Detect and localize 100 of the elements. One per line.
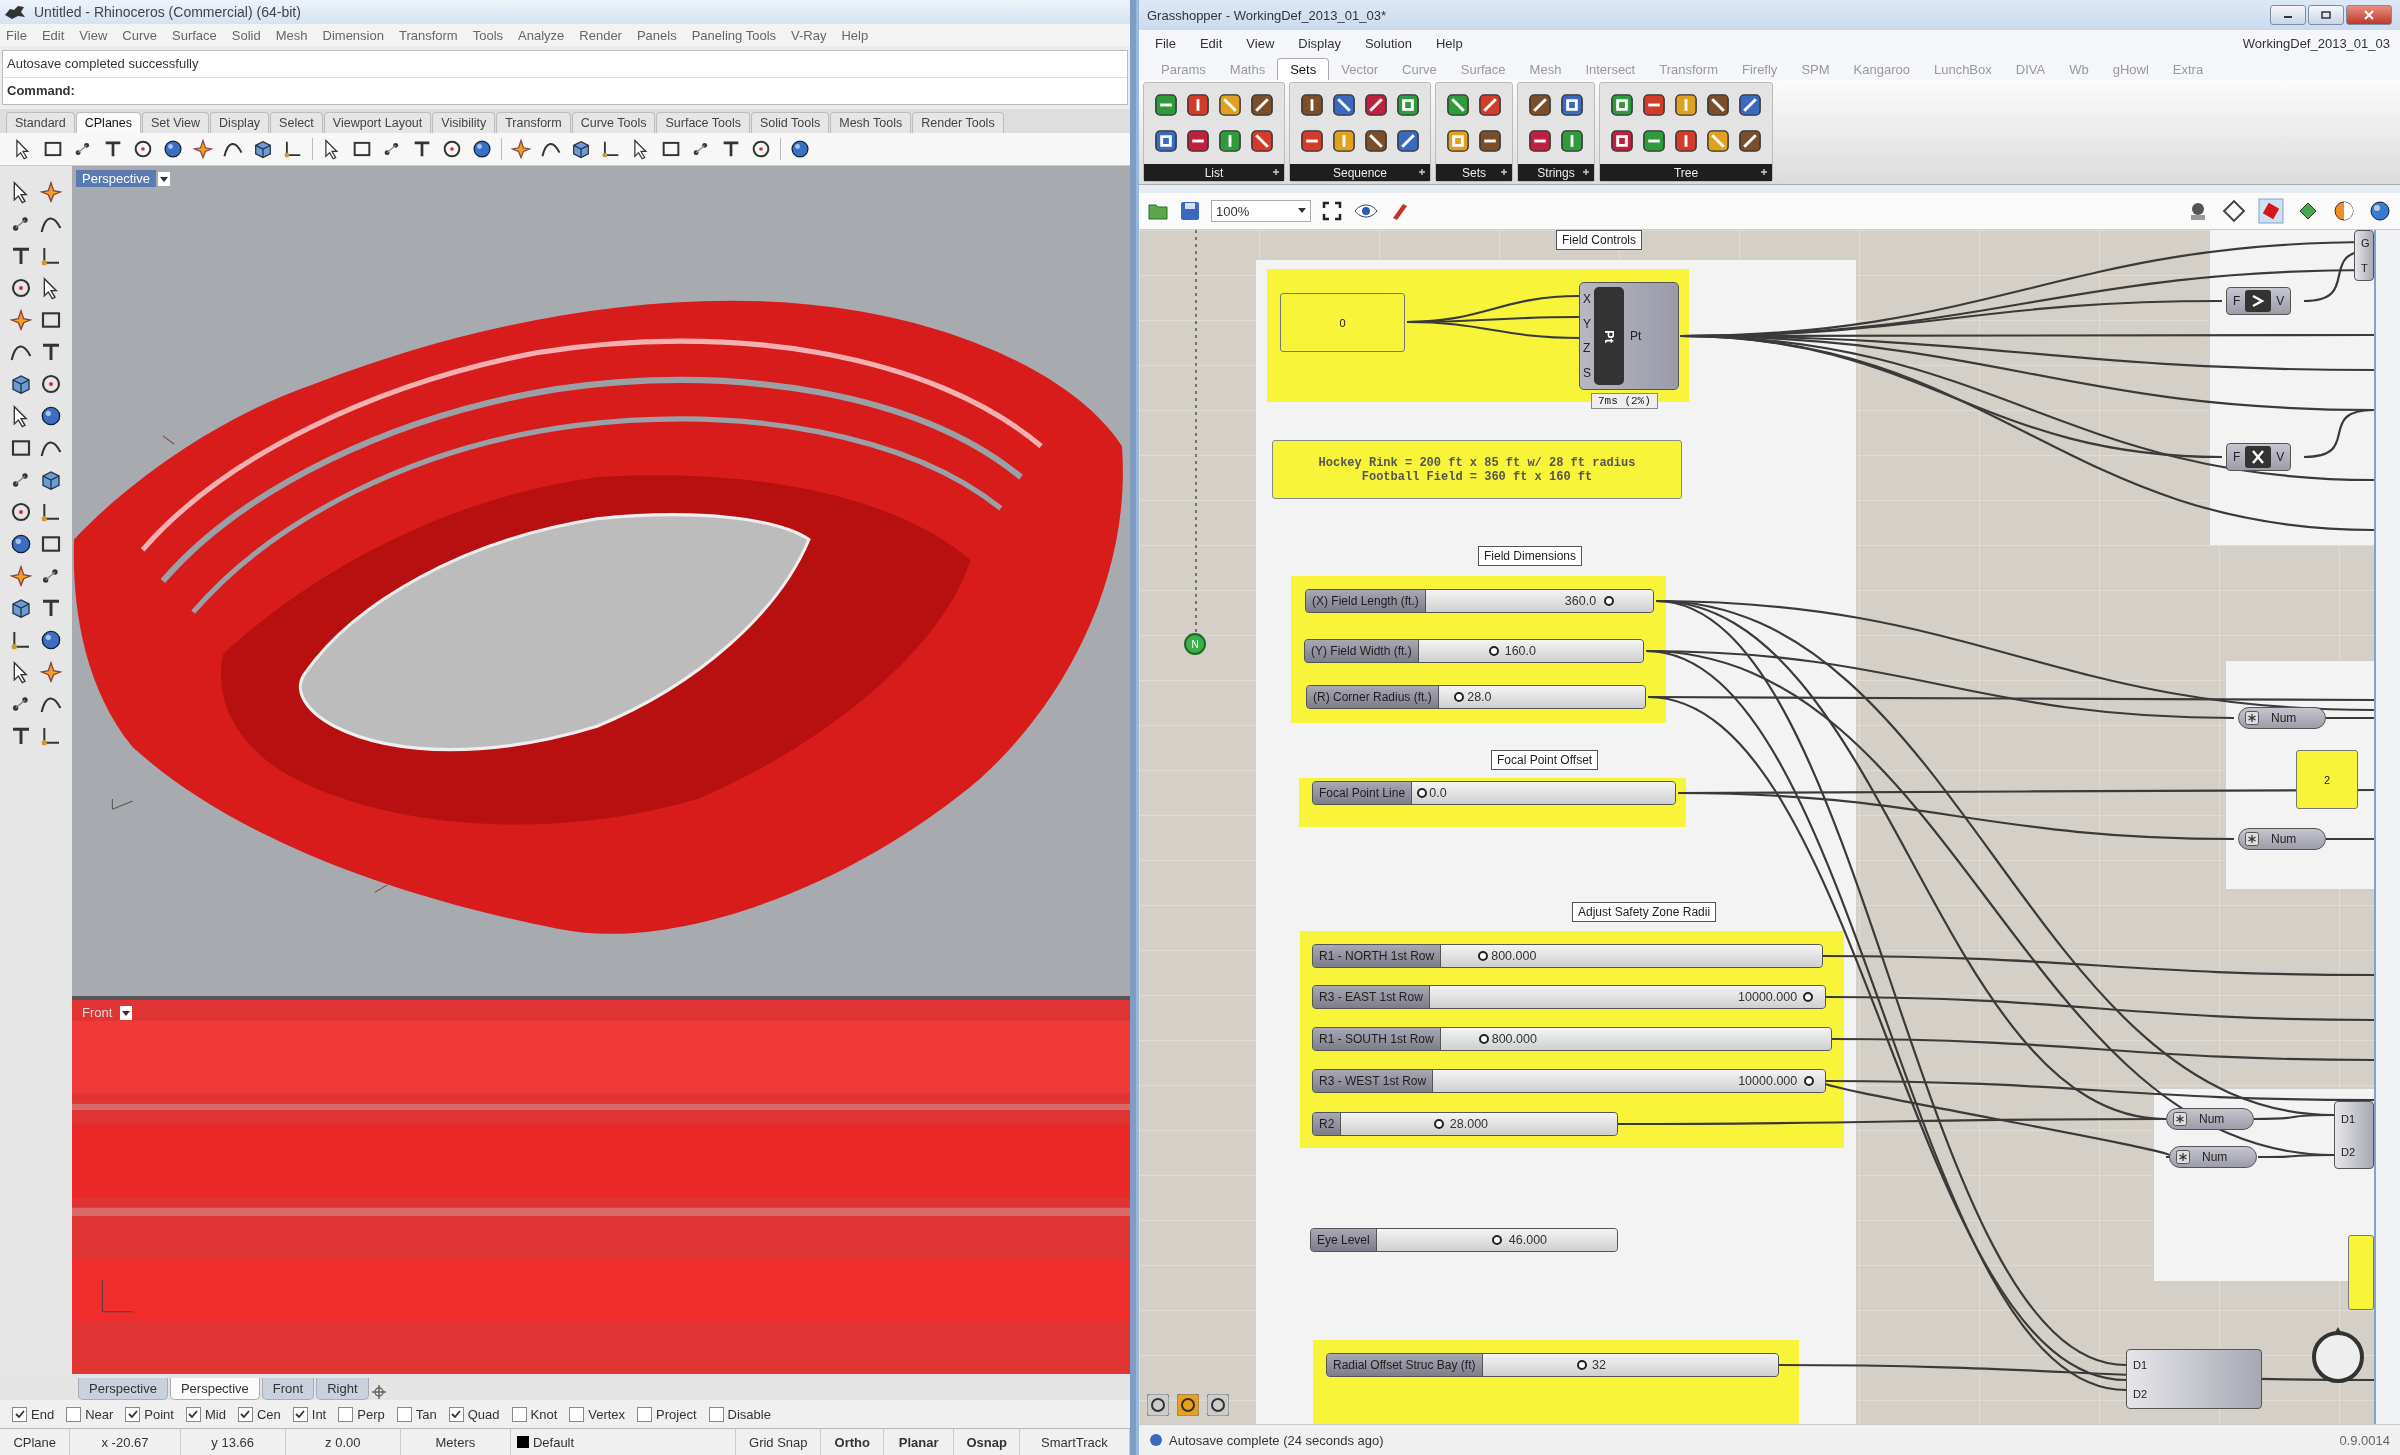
checkbox[interactable] (185, 1406, 201, 1422)
sphere-icon[interactable] (39, 404, 63, 428)
spark-icon[interactable] (39, 660, 63, 684)
wireframe-icon[interactable] (2222, 199, 2246, 223)
viewport-tab[interactable]: Front (261, 1378, 315, 1400)
close-button[interactable] (2346, 5, 2392, 25)
tile-icon[interactable] (1363, 128, 1389, 154)
tile-icon[interactable] (1527, 92, 1553, 118)
tile-icon[interactable] (1217, 128, 1243, 154)
tile-icon[interactable] (1737, 128, 1763, 154)
toolbar-tab[interactable]: CPlanes (75, 112, 141, 133)
expand-icon[interactable] (1272, 168, 1280, 176)
cube-icon[interactable] (9, 372, 33, 396)
tile-icon[interactable] (1331, 128, 1357, 154)
toolbar-tab[interactable]: Curve Tools (571, 112, 656, 133)
tile-icon[interactable] (1527, 128, 1553, 154)
number-slider[interactable]: Radial Offset Struc Bay (ft) 32 (1326, 1353, 1779, 1377)
circle-icon[interactable] (132, 138, 154, 160)
checkbox[interactable] (12, 1406, 27, 1422)
slider-grip[interactable] (1576, 1360, 1587, 1370)
component[interactable]: G T (2354, 230, 2374, 281)
slider-track[interactable]: 46.000 (1376, 1229, 1617, 1251)
menu-item[interactable]: Transform (398, 27, 458, 43)
tile-icon[interactable] (1185, 128, 1211, 154)
menu-item[interactable]: Solution (1364, 35, 1412, 51)
checkbox[interactable] (125, 1406, 141, 1422)
toggle-icon[interactable] (1177, 1394, 1199, 1416)
component[interactable]: D1 D2 (2334, 1101, 2374, 1169)
tile-icon[interactable] (1395, 128, 1421, 154)
toolbar-tab[interactable]: Viewport Layout (323, 112, 432, 133)
status-toggle[interactable]: Grid Snap (736, 1429, 822, 1455)
logic-component[interactable]: F V (2226, 443, 2292, 471)
slider-track[interactable]: 10000.000 (1429, 986, 1825, 1008)
menu-item[interactable]: Dimension (322, 27, 384, 43)
number-slider[interactable]: R3 - EAST 1st Row 10000.000 (1312, 985, 1826, 1009)
number-slider[interactable]: R1 - NORTH 1st Row 800.000 (1312, 944, 1823, 968)
slider-track[interactable]: 10000.000 (1433, 1070, 1825, 1092)
menu-item[interactable]: View (79, 27, 108, 43)
frame-icon[interactable] (1321, 200, 1343, 222)
checkbox[interactable] (637, 1406, 653, 1422)
ribbon-group-label[interactable]: Tree (1673, 165, 1699, 180)
tile-icon[interactable] (1737, 92, 1763, 118)
checkbox[interactable] (511, 1406, 527, 1422)
slider-grip[interactable] (1803, 992, 1814, 1002)
slider-track[interactable]: 800.000 (1440, 1028, 1831, 1050)
expand-icon[interactable] (1500, 168, 1508, 176)
cube-icon[interactable] (39, 468, 63, 492)
tile-icon[interactable] (1153, 92, 1179, 118)
checkbox[interactable] (292, 1406, 308, 1422)
tile-icon[interactable] (1363, 92, 1389, 118)
slider-track[interactable]: 28.0 (1438, 686, 1645, 708)
tile-icon[interactable] (1673, 92, 1699, 118)
toggle-icon[interactable] (1147, 1394, 1169, 1416)
slider-track[interactable]: 360.0 (1425, 590, 1653, 612)
circle-icon[interactable] (9, 276, 33, 300)
number-parameter[interactable]: Num (2238, 828, 2326, 850)
number-slider[interactable]: (X) Field Length (ft.) 360.0 (1305, 589, 1654, 613)
value-panel[interactable]: 0 (1280, 293, 1405, 352)
toolbar-tab[interactable]: Surface Tools (656, 112, 750, 133)
checkbox[interactable] (569, 1406, 585, 1422)
menu-item[interactable]: Solid (231, 27, 261, 43)
toolbar-tab[interactable]: Render Tools (912, 112, 1004, 133)
tile-icon[interactable] (1331, 92, 1357, 118)
circle-icon[interactable] (9, 500, 33, 524)
caret-icon[interactable] (1298, 208, 1306, 214)
tile-icon[interactable] (1705, 92, 1731, 118)
toggle-icon[interactable] (1207, 1394, 1229, 1416)
circle-icon[interactable] (39, 372, 63, 396)
menu-item[interactable]: Surface (172, 27, 217, 43)
number-parameter[interactable]: Num (2169, 1146, 2257, 1168)
tile-icon[interactable] (1185, 92, 1211, 118)
menu-item[interactable]: Tools (472, 27, 504, 43)
number-slider[interactable]: R2 28.000 (1312, 1112, 1618, 1136)
number-slider[interactable]: R3 - WEST 1st Row 10000.000 (1312, 1069, 1826, 1093)
slider-grip[interactable] (1478, 951, 1489, 961)
toolbar-tab[interactable]: Set View (142, 112, 210, 133)
number-slider[interactable]: (R) Corner Radius (ft.) 28.0 (1306, 685, 1646, 709)
menu-item[interactable]: Render (579, 27, 622, 43)
toolbar-tab[interactable]: Solid Tools (751, 112, 830, 133)
number-parameter[interactable]: Num (2238, 707, 2326, 729)
tile-icon[interactable] (1705, 128, 1731, 154)
slider-grip[interactable] (1491, 1235, 1502, 1245)
spark-icon[interactable] (9, 564, 33, 588)
number-slider[interactable]: Focal Point Line 0.0 (1312, 781, 1676, 805)
menu-item[interactable]: V-Ray (791, 27, 827, 43)
slider-grip[interactable] (1489, 646, 1500, 656)
tile-icon[interactable] (1217, 92, 1243, 118)
logic-component[interactable]: F V (2226, 287, 2292, 315)
toolbar-tab[interactable]: Display (210, 112, 270, 133)
sphere-icon[interactable] (789, 138, 811, 160)
material-icon[interactable] (2332, 199, 2356, 223)
toolbar-tab[interactable]: Standard (6, 112, 75, 133)
expand-icon[interactable] (1582, 168, 1590, 176)
menu-item[interactable]: File (6, 27, 27, 43)
slider-grip[interactable] (1603, 596, 1614, 606)
expand-icon[interactable] (1760, 168, 1768, 176)
save-icon[interactable] (1179, 200, 1201, 222)
slider-track[interactable]: 0.0 (1412, 782, 1675, 804)
viewport-title[interactable]: Perspective (76, 170, 156, 187)
checkbox[interactable] (708, 1406, 724, 1422)
